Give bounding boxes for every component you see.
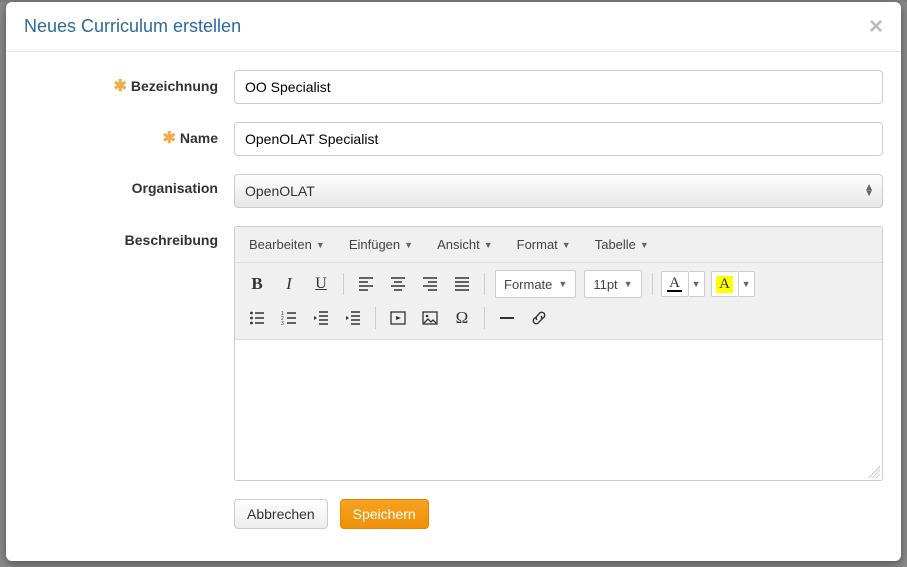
insert-image-button[interactable] [415,304,445,332]
horizontal-rule-button[interactable] [492,304,522,332]
modal-title: Neues Curriculum erstellen [24,16,241,37]
outdent-button[interactable] [306,304,336,332]
required-icon: ✱ [113,78,126,95]
caret-icon: ▼ [484,240,493,250]
text-color-caret[interactable]: ▼ [689,271,705,297]
menu-tabelle[interactable]: Tabelle▼ [589,233,655,256]
modal-body: ✱Bezeichnung ✱Name Organisation [6,52,901,561]
italic-button[interactable]: I [274,270,304,298]
align-left-button[interactable] [351,270,381,298]
fontsize-dropdown[interactable]: 11pt▼ [584,270,641,298]
menu-bearbeiten[interactable]: Bearbeiten▼ [243,233,331,256]
separator [652,273,653,295]
bold-button[interactable]: B [242,270,272,298]
menu-ansicht[interactable]: Ansicht▼ [431,233,499,256]
organisation-selected-value: OpenOLAT [245,183,315,199]
bullet-list-button[interactable] [242,304,272,332]
underline-button[interactable]: U [306,270,336,298]
caret-icon: ▼ [404,240,413,250]
align-center-button[interactable] [383,270,413,298]
svg-text:3: 3 [281,321,284,326]
align-justify-button[interactable] [447,270,477,298]
label-organisation: Organisation [24,174,234,196]
label-name: ✱Name [24,122,234,148]
menu-format[interactable]: Format▼ [511,233,577,256]
cancel-button[interactable]: Abbrechen [234,499,328,529]
row-beschreibung: Beschreibung Bearbeiten▼ Einfügen▼ Ansic… [24,226,883,481]
text-color-button[interactable]: A [661,271,689,297]
align-right-button[interactable] [415,270,445,298]
rich-text-editor: Bearbeiten▼ Einfügen▼ Ansicht▼ Format▼ T… [234,226,883,481]
resize-grip-icon[interactable] [868,466,880,478]
separator [484,307,485,329]
link-button[interactable] [524,304,554,332]
separator [484,273,485,295]
separator [375,307,376,329]
select-arrows-icon: ▲▼ [864,185,874,197]
row-organisation: Organisation OpenOLAT ▲▼ [24,174,883,208]
bezeichnung-input[interactable] [234,70,883,104]
caret-icon: ▼ [558,279,567,289]
row-bezeichnung: ✱Bezeichnung [24,70,883,104]
row-buttons: Abbrechen Speichern [24,499,883,529]
required-icon: ✱ [162,130,175,147]
label-bezeichnung: ✱Bezeichnung [24,70,234,96]
bg-color-caret[interactable]: ▼ [739,271,755,297]
modal-header: Neues Curriculum erstellen × [6,2,901,52]
close-icon[interactable]: × [869,18,883,36]
organisation-select[interactable]: OpenOLAT ▲▼ [234,174,883,208]
caret-icon: ▼ [640,240,649,250]
indent-button[interactable] [338,304,368,332]
caret-icon: ▼ [316,240,325,250]
separator [343,273,344,295]
editor-content-area[interactable] [235,340,882,480]
editor-toolbar: B I U Formate▼ 11pt▼ [235,263,882,340]
caret-icon: ▼ [624,279,633,289]
insert-media-button[interactable] [383,304,413,332]
row-name: ✱Name [24,122,883,156]
name-input[interactable] [234,122,883,156]
formats-dropdown[interactable]: Formate▼ [495,270,576,298]
save-button[interactable]: Speichern [340,499,429,529]
bg-color-button[interactable]: A [711,271,739,297]
editor-menubar: Bearbeiten▼ Einfügen▼ Ansicht▼ Format▼ T… [235,227,882,263]
caret-icon: ▼ [562,240,571,250]
numbered-list-button[interactable]: 123 [274,304,304,332]
create-curriculum-modal: Neues Curriculum erstellen × ✱Bezeichnun… [6,2,901,561]
menu-einfuegen[interactable]: Einfügen▼ [343,233,419,256]
label-beschreibung: Beschreibung [24,226,234,248]
special-char-button[interactable]: Ω [447,304,477,332]
